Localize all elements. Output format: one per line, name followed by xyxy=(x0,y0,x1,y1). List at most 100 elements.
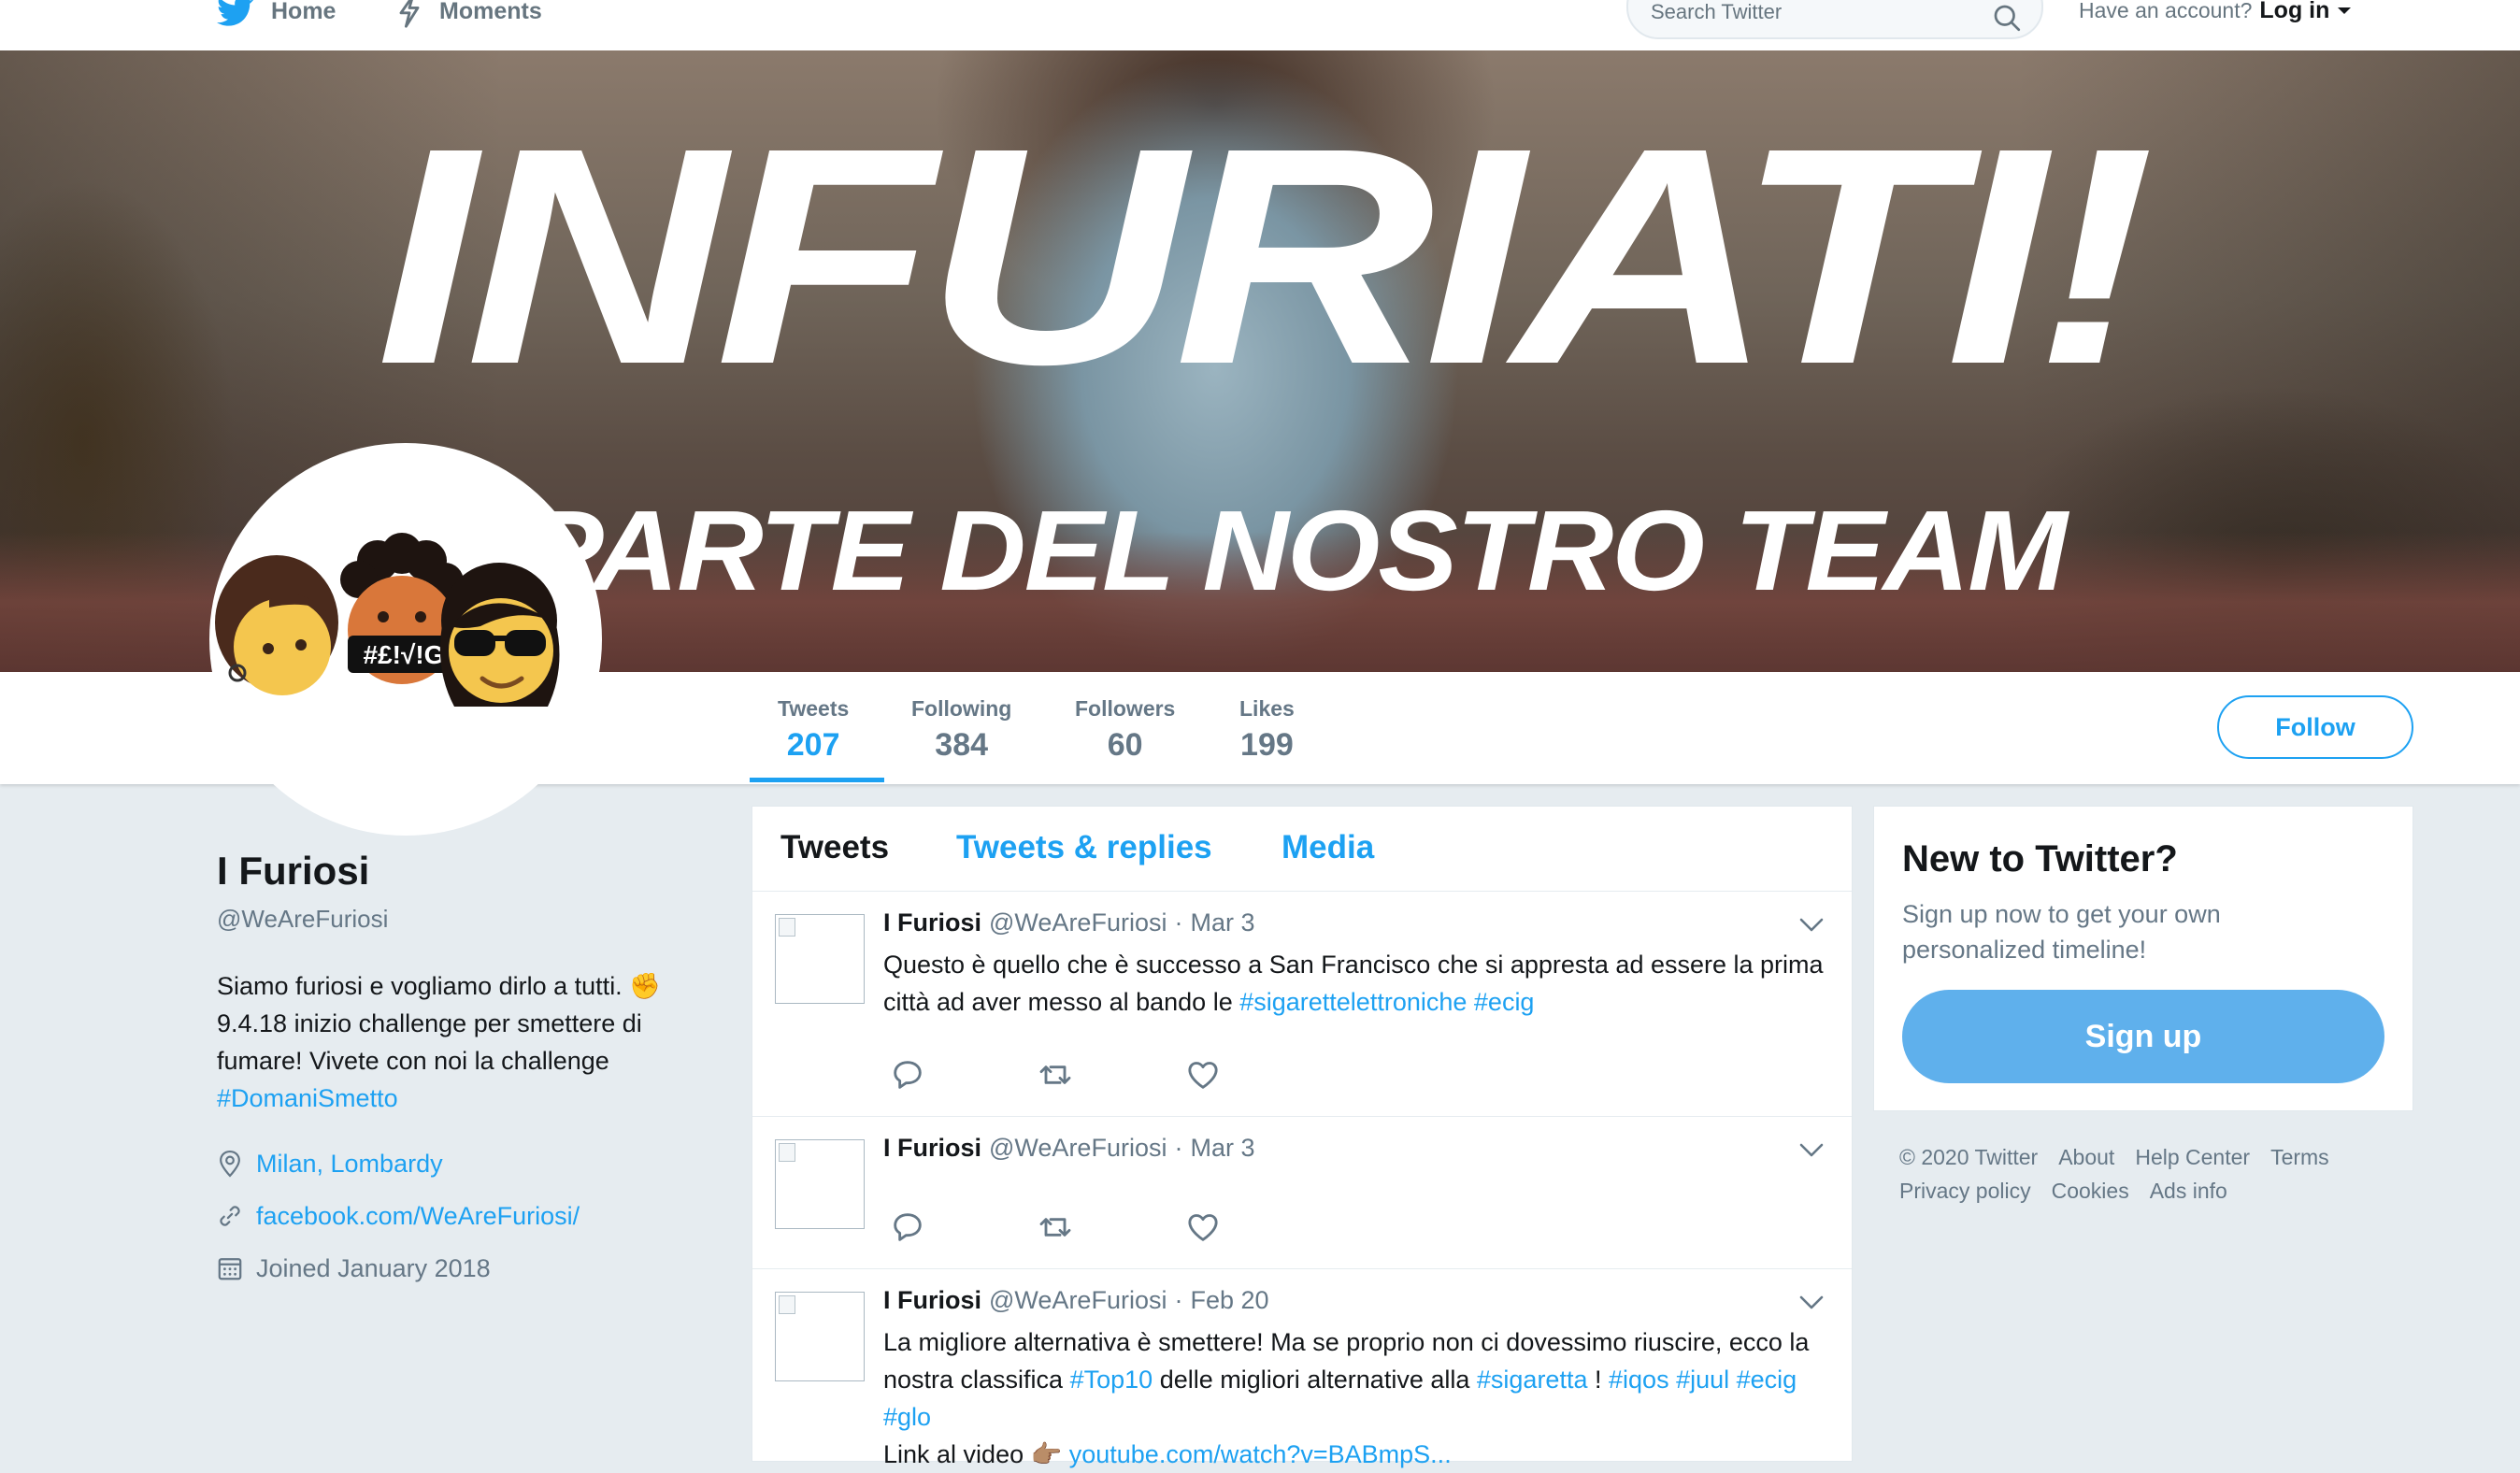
tweet-author-handle[interactable]: @WeAreFuriosi xyxy=(989,908,1167,937)
chevron-down-icon[interactable] xyxy=(1799,918,1824,933)
tab-media[interactable]: Media xyxy=(1281,829,1374,866)
location-pin-icon xyxy=(220,1150,240,1178)
profile-name[interactable]: I Furiosi xyxy=(217,849,722,894)
nav-home-link[interactable]: Home xyxy=(217,0,336,32)
stat-following[interactable]: Following 384 xyxy=(911,696,1011,764)
tweet-separator: · xyxy=(1174,908,1183,937)
caret-down-icon[interactable] xyxy=(2337,7,2352,16)
chevron-down-icon[interactable] xyxy=(1799,1295,1824,1310)
tweet-text: Questo è quello che è successo a San Fra… xyxy=(883,946,1827,1021)
tweet-author-name[interactable]: I Furiosi xyxy=(883,908,981,937)
timeline-tabs: Tweets Tweets & replies Media xyxy=(752,807,1852,892)
tweet-author-handle[interactable]: @WeAreFuriosi xyxy=(989,1286,1167,1315)
location-link[interactable]: Milan, Lombardy xyxy=(256,1150,443,1179)
follow-button[interactable]: Follow xyxy=(2217,695,2413,759)
tweet-hashtag-link[interactable]: #iqos xyxy=(1609,1366,1669,1394)
tweet-actions xyxy=(889,1208,1222,1246)
link-icon xyxy=(220,1206,240,1226)
footer-row: Privacy policy Cookies Ads info xyxy=(1899,1174,2404,1208)
like-icon[interactable] xyxy=(1184,1208,1222,1246)
footer-privacy-link[interactable]: Privacy policy xyxy=(1899,1174,2031,1208)
stat-likes[interactable]: Likes 199 xyxy=(1239,696,1295,764)
tweet-author-name[interactable]: I Furiosi xyxy=(883,1286,981,1315)
footer-row: © 2020 Twitter About Help Center Terms xyxy=(1899,1140,2404,1174)
footer-links: © 2020 Twitter About Help Center Terms P… xyxy=(1899,1140,2404,1208)
tweet-hashtag-link[interactable]: #sigaretta xyxy=(1477,1366,1588,1394)
bio-hashtag-link[interactable]: #DomaniSmetto xyxy=(217,1084,398,1112)
login-link[interactable]: Log in xyxy=(2259,0,2329,24)
footer-terms-link[interactable]: Terms xyxy=(2270,1140,2329,1174)
account-area: Have an account? Log in xyxy=(2079,0,2352,24)
stat-following-value: 384 xyxy=(935,727,989,763)
stat-tweets-value: 207 xyxy=(786,727,840,763)
bio-text: Siamo furiosi e vogliamo dirlo a tutti. … xyxy=(217,972,661,1075)
tweet-author-handle[interactable]: @WeAreFuriosi xyxy=(989,1134,1167,1163)
tweet-text-part: ! xyxy=(1594,1366,1602,1394)
tweet-header: I Furiosi @WeAreFuriosi · Mar 3 xyxy=(883,1134,1255,1163)
active-stat-underline xyxy=(750,778,884,782)
stat-likes-value: 199 xyxy=(1240,727,1294,763)
tweets-timeline: Tweets Tweets & replies Media I Furiosi … xyxy=(752,806,1853,1468)
tweet-hashtag-link[interactable]: #Top10 xyxy=(1070,1366,1153,1394)
account-prompt: Have an account? xyxy=(2079,0,2253,22)
footer-ads-link[interactable]: Ads info xyxy=(2150,1174,2227,1208)
tab-tweets-replies[interactable]: Tweets & replies xyxy=(956,829,1212,866)
profile-avatar[interactable]: #£!√!G xyxy=(209,443,602,836)
tweet-item[interactable]: I Furiosi @WeAreFuriosi · Mar 3 Questo è… xyxy=(752,892,1852,1117)
twitter-bird-icon xyxy=(217,0,254,26)
tweet-item[interactable]: I Furiosi @WeAreFuriosi · Feb 20 La migl… xyxy=(752,1269,1852,1468)
chevron-down-icon[interactable] xyxy=(1799,1143,1824,1158)
reply-icon[interactable] xyxy=(889,1208,926,1246)
tweet-header: I Furiosi @WeAreFuriosi · Mar 3 xyxy=(883,908,1255,937)
tweet-hashtag-link[interactable]: #ecig xyxy=(1737,1366,1797,1394)
stat-tweets-label: Tweets xyxy=(778,696,850,721)
search-icon[interactable] xyxy=(1993,4,2021,32)
nav-moments-label: Moments xyxy=(439,0,542,24)
tab-tweets[interactable]: Tweets xyxy=(780,829,889,866)
top-navigation-bar: Home Moments Have an account? Log in xyxy=(0,0,2520,51)
signup-card: New to Twitter? Sign up now to get your … xyxy=(1873,806,2413,1111)
tweet-date[interactable]: Feb 20 xyxy=(1190,1286,1268,1315)
tweet-url-link[interactable]: youtube.com/watch?v=BABmpS... xyxy=(1069,1440,1452,1468)
tweet-date[interactable]: Mar 3 xyxy=(1190,908,1254,937)
tweet-avatar-image[interactable] xyxy=(775,1139,865,1229)
sign-up-button[interactable]: Sign up xyxy=(1902,990,2384,1083)
tweet-item[interactable]: I Furiosi @WeAreFuriosi · Mar 3 xyxy=(752,1117,1852,1269)
tweet-text-part: Link al video 👉🏽 xyxy=(883,1440,1063,1468)
retweet-icon[interactable] xyxy=(1037,1056,1074,1094)
nav-home-label: Home xyxy=(271,0,336,24)
tweet-avatar-image[interactable] xyxy=(775,914,865,1004)
profile-card: I Furiosi @WeAreFuriosi Siamo furiosi e … xyxy=(217,849,722,1287)
tweet-header: I Furiosi @WeAreFuriosi · Feb 20 xyxy=(883,1286,1269,1315)
signup-title: New to Twitter? xyxy=(1902,838,2178,880)
tweet-separator: · xyxy=(1174,1286,1183,1314)
retweet-icon[interactable] xyxy=(1037,1208,1074,1246)
tweet-hashtag-link[interactable]: #juul xyxy=(1676,1366,1729,1394)
tweet-author-name[interactable]: I Furiosi xyxy=(883,1134,981,1163)
profile-location: Milan, Lombardy xyxy=(217,1145,722,1182)
footer-cookies-link[interactable]: Cookies xyxy=(2052,1174,2129,1208)
stat-following-label: Following xyxy=(911,696,1012,721)
nav-moments-link[interactable]: Moments xyxy=(396,0,542,32)
like-icon[interactable] xyxy=(1184,1056,1222,1094)
tweet-hashtag-link[interactable]: #ecig xyxy=(1474,988,1535,1016)
reply-icon[interactable] xyxy=(889,1056,926,1094)
tweet-text-part: delle migliori alternative alla xyxy=(1159,1366,1470,1394)
stat-tweets[interactable]: Tweets 207 xyxy=(778,696,849,764)
tweet-separator: · xyxy=(1174,1134,1183,1162)
tweet-actions xyxy=(889,1056,1222,1094)
stat-followers-value: 60 xyxy=(1107,727,1143,763)
stat-followers[interactable]: Followers 60 xyxy=(1075,696,1175,764)
tweet-hashtag-link[interactable]: #glo xyxy=(883,1403,931,1431)
footer-copyright: © 2020 Twitter xyxy=(1899,1145,2039,1169)
footer-about-link[interactable]: About xyxy=(2058,1140,2114,1174)
footer-help-link[interactable]: Help Center xyxy=(2135,1140,2250,1174)
search-input[interactable] xyxy=(1651,0,1969,24)
website-link[interactable]: facebook.com/WeAreFuriosi/ xyxy=(256,1202,580,1231)
tweet-avatar-image[interactable] xyxy=(775,1292,865,1381)
tweet-hashtag-link[interactable]: #sigarettelettroniche xyxy=(1239,988,1467,1016)
profile-handle[interactable]: @WeAreFuriosi xyxy=(217,905,722,934)
tweet-date[interactable]: Mar 3 xyxy=(1190,1134,1254,1163)
signup-description: Sign up now to get your own personalized… xyxy=(1902,900,2221,964)
banner-title: INFURIATI! xyxy=(376,83,2155,428)
